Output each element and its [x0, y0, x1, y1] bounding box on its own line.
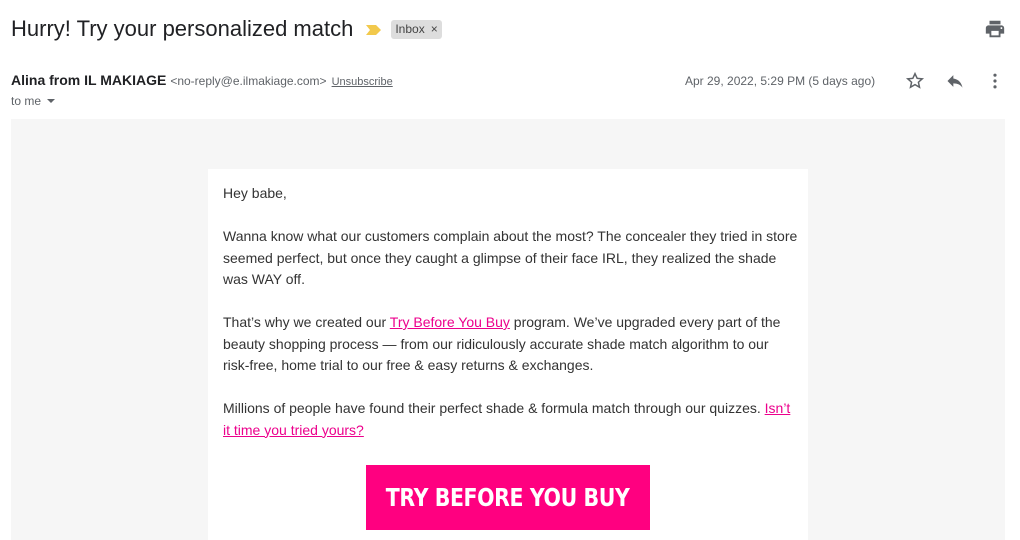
reply-icon[interactable] — [944, 70, 966, 92]
unsubscribe-link[interactable]: Unsubscribe — [332, 76, 393, 88]
star-icon[interactable] — [904, 70, 926, 92]
sender-name[interactable]: Alina from IL MAKIAGE — [11, 72, 166, 88]
recipient-row[interactable]: to me — [11, 94, 56, 108]
cta-label: TRY BEFORE YOU BUY — [386, 483, 630, 512]
sender-email: <no-reply@e.ilmakiage.com> — [170, 74, 327, 88]
greeting: Hey babe, — [223, 185, 287, 201]
inbox-label: Inbox × — [391, 19, 442, 39]
paragraph-2-text-a: That’s why we created our — [223, 314, 390, 330]
chevron-down-icon[interactable] — [47, 99, 56, 103]
paragraph-1: Wanna know what our customers complain a… — [223, 228, 798, 287]
recipient-text: to me — [11, 94, 42, 108]
importance-marker-icon[interactable] — [365, 23, 383, 35]
email-subject: Hurry! Try your personalized match — [11, 16, 354, 41]
more-vert-icon[interactable] — [984, 70, 1006, 92]
paragraph-3: Millions of people have found their perf… — [223, 398, 798, 441]
inbox-label-text: Inbox — [395, 22, 425, 36]
paragraph-3-text: Millions of people have found their perf… — [223, 400, 765, 416]
try-before-you-buy-link[interactable]: Try Before You Buy — [390, 314, 510, 330]
paragraph-2: That’s why we created our Try Before You… — [223, 312, 798, 377]
subject-row: Hurry! Try your personalized match Inbox… — [11, 14, 442, 44]
sender-row: Alina from IL MAKIAGE <no-reply@e.ilmaki… — [11, 72, 393, 90]
email-date: Apr 29, 2022, 5:29 PM (5 days ago) — [685, 74, 876, 88]
email-text: Hey babe, Wanna know what our customers … — [223, 183, 798, 463]
print-icon[interactable] — [984, 18, 1006, 40]
remove-label-button[interactable]: × — [431, 22, 438, 36]
try-before-you-buy-button[interactable]: TRY BEFORE YOU BUY — [366, 465, 650, 530]
